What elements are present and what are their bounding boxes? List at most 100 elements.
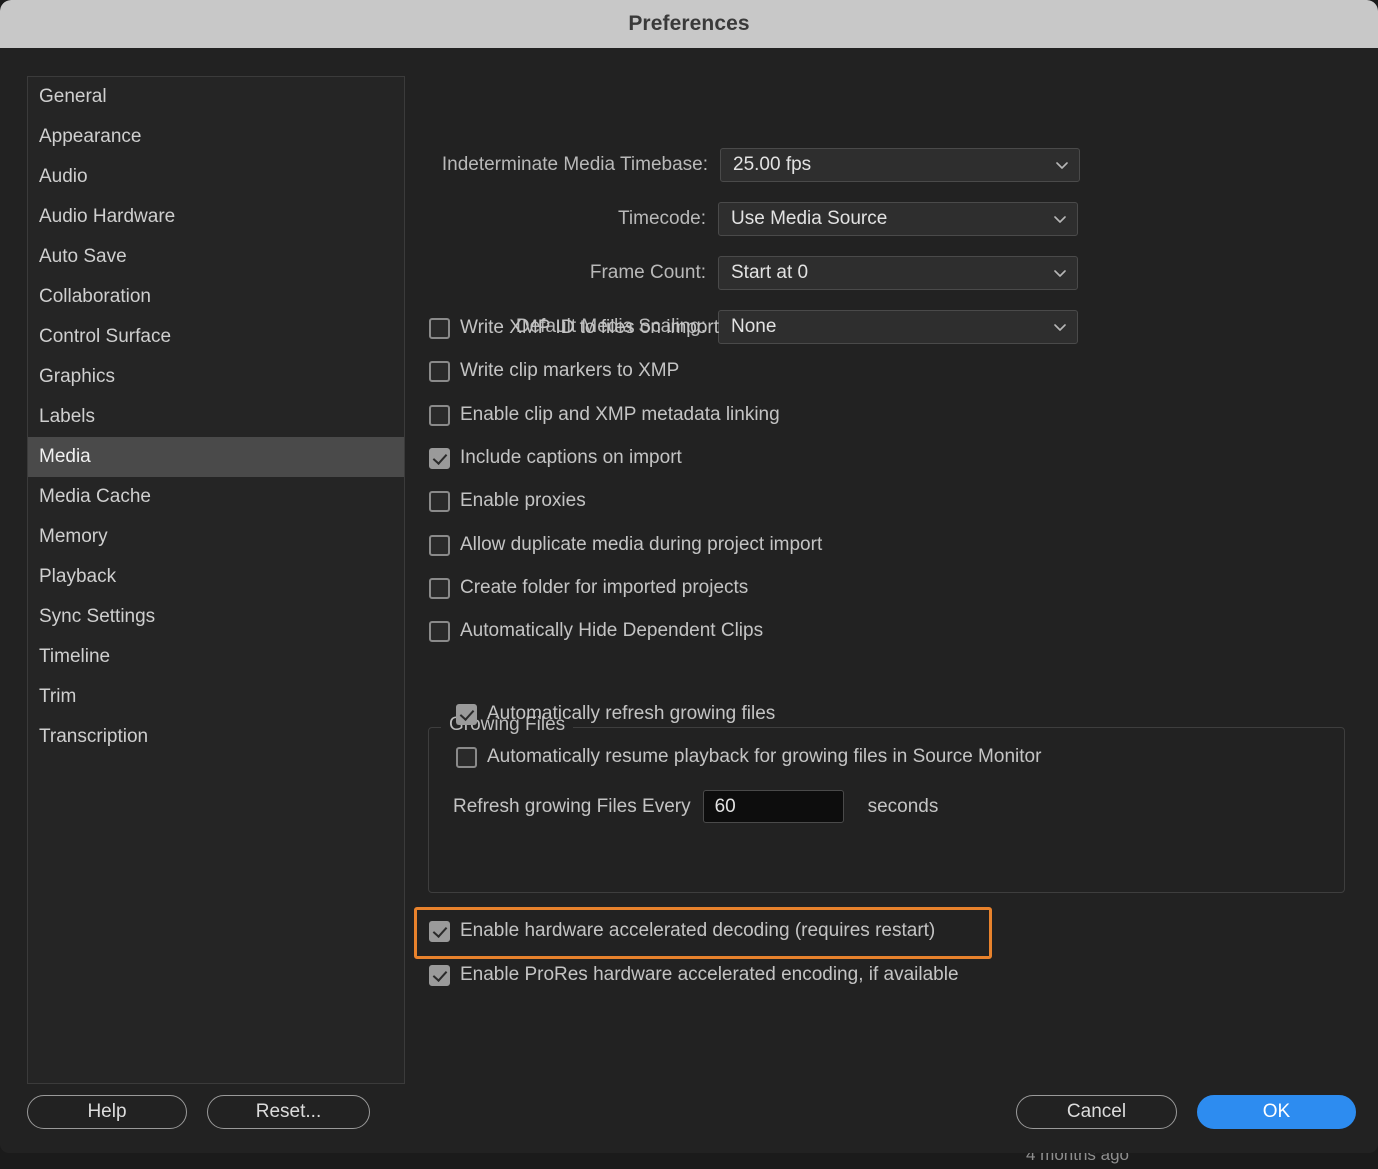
sidebar-item-label: Graphics: [39, 366, 116, 387]
reset-button[interactable]: Reset...: [207, 1095, 370, 1129]
preferences-dialog: Preferences General Appearance Audio Audio …: [0, 0, 1378, 1153]
dropdown-value: None: [731, 316, 777, 337]
dialog-titlebar: Preferences: [0, 0, 1378, 48]
dropdown-indeterminate-media-timebase[interactable]: 25.00 fps: [720, 148, 1080, 182]
sidebar-item-label: Collaboration: [39, 286, 151, 307]
checkbox-6[interactable]: [429, 577, 450, 599]
checkbox-row[interactable]: Include captions on import: [429, 447, 682, 469]
ok-button[interactable]: OK: [1197, 1095, 1356, 1129]
sidebar-item-label: Auto Save: [39, 246, 127, 267]
sidebar-item-transcription[interactable]: Transcription: [28, 717, 404, 757]
preferences-category-list[interactable]: General Appearance Audio Audio Hardware Auto…: [27, 76, 405, 1084]
dropdown-frame-count[interactable]: Start at 0: [718, 256, 1078, 290]
checkbox-row[interactable]: Allow duplicate media during project imp…: [429, 534, 822, 556]
sidebar-item-audio[interactable]: Audio: [28, 157, 404, 197]
sidebar-item-label: Trim: [39, 686, 77, 707]
sidebar-item-control-surface[interactable]: Control Surface: [28, 317, 404, 357]
dropdown-value: 25.00 fps: [733, 154, 812, 175]
refresh-interval-row: Refresh growing Files Every 60 seconds: [453, 790, 938, 823]
sidebar-item-audio-hardware[interactable]: Audio Hardware: [28, 197, 404, 237]
checkbox-row[interactable]: Enable proxies: [429, 490, 586, 512]
checkbox-row[interactable]: Create folder for imported projects: [429, 577, 748, 599]
sidebar-item-sync-settings[interactable]: Sync Settings: [28, 597, 404, 637]
sidebar-item-label: Sync Settings: [39, 606, 156, 627]
checkbox-label: Automatically refresh growing files: [487, 703, 776, 724]
checkbox-label: Create folder for imported projects: [460, 577, 749, 598]
checkbox-label: Write clip markers to XMP: [460, 360, 680, 381]
help-button[interactable]: Help: [27, 1095, 187, 1129]
checkbox-row[interactable]: Write clip markers to XMP: [429, 360, 679, 382]
checkbox-row[interactable]: Write XMP ID to files on import: [429, 317, 719, 339]
sidebar-item-trim[interactable]: Trim: [28, 677, 404, 717]
sidebar-item-labels[interactable]: Labels: [28, 397, 404, 437]
sidebar-item-appearance[interactable]: Appearance: [28, 117, 404, 157]
sidebar-item-auto-save[interactable]: Auto Save: [28, 237, 404, 277]
field-row: Frame Count: Start at 0: [405, 256, 1078, 290]
field-label: Indeterminate Media Timebase:: [441, 154, 708, 175]
checkbox-row[interactable]: Automatically Hide Dependent Clips: [429, 620, 763, 642]
checkbox-row[interactable]: Enable clip and XMP metadata linking: [429, 404, 780, 426]
checkbox-5[interactable]: [429, 534, 450, 556]
dropdown-value: Start at 0: [731, 262, 809, 283]
checkbox-label: Enable hardware accelerated decoding (re…: [460, 920, 936, 941]
refresh-interval-label: Refresh growing Files Every: [453, 795, 691, 817]
refresh-interval-value: 60: [714, 795, 736, 817]
checkbox-label: Enable ProRes hardware accelerated encod…: [460, 964, 959, 985]
chevron-down-icon: [1054, 216, 1066, 223]
checkbox-0[interactable]: [429, 317, 450, 339]
sidebar-item-timeline[interactable]: Timeline: [28, 637, 404, 677]
growing-files-checkbox-row[interactable]: Automatically resume playback for growin…: [456, 746, 1041, 768]
dropdown-timecode[interactable]: Use Media Source: [718, 202, 1078, 236]
hardware-checkbox-row[interactable]: Enable ProRes hardware accelerated encod…: [429, 964, 959, 986]
growing-files-checkbox-0[interactable]: [456, 703, 477, 725]
sidebar-item-label: Appearance: [39, 126, 142, 147]
refresh-interval-units: seconds: [867, 795, 939, 817]
hardware-checkbox-0[interactable]: [429, 920, 450, 942]
checkbox-4[interactable]: [429, 490, 450, 512]
sidebar-item-graphics[interactable]: Graphics: [28, 357, 404, 397]
chevron-down-icon: [1054, 324, 1066, 331]
sidebar-item-media-cache[interactable]: Media Cache: [28, 477, 404, 517]
checkbox-label: Enable proxies: [460, 490, 586, 511]
sidebar-item-general[interactable]: General: [28, 77, 404, 117]
sidebar-item-memory[interactable]: Memory: [28, 517, 404, 557]
dropdown-value: Use Media Source: [731, 208, 888, 229]
dialog-body: General Appearance Audio Audio Hardware Auto…: [0, 48, 1378, 1153]
field-row: Indeterminate Media Timebase: 25.00 fps: [405, 148, 1080, 182]
sidebar-item-label: Memory: [39, 526, 108, 547]
sidebar-item-collaboration[interactable]: Collaboration: [28, 277, 404, 317]
sidebar-item-label: Audio Hardware: [39, 206, 176, 227]
checkbox-label: Automatically resume playback for growin…: [487, 746, 1042, 767]
sidebar-item-label: Labels: [39, 406, 95, 427]
checkbox-1[interactable]: [429, 360, 450, 382]
sidebar-item-label: Audio: [39, 166, 88, 187]
sidebar-item-label: General: [39, 86, 107, 107]
chevron-down-icon: [1056, 162, 1068, 169]
sidebar-item-label: Control Surface: [39, 326, 172, 347]
chevron-down-icon: [1054, 270, 1066, 277]
media-preferences-pane: Growing Files Indeterminate Media Timeba…: [405, 48, 1378, 1153]
field-label: Frame Count:: [589, 262, 706, 283]
hardware-checkbox-1[interactable]: [429, 964, 450, 986]
growing-files-checkbox-row[interactable]: Automatically refresh growing files: [456, 703, 775, 725]
growing-files-checkbox-1[interactable]: [456, 746, 477, 768]
field-label: Timecode:: [618, 208, 706, 229]
field-row: Timecode: Use Media Source: [405, 202, 1078, 236]
sidebar-item-label: Transcription: [39, 726, 149, 747]
checkbox-label: Allow duplicate media during project imp…: [460, 534, 823, 555]
sidebar-item-label: Media: [39, 446, 91, 467]
checkbox-7[interactable]: [429, 620, 450, 642]
sidebar-item-media[interactable]: Media: [28, 437, 404, 477]
sidebar-item-label: Timeline: [39, 646, 111, 667]
dropdown-default-media-scaling[interactable]: None: [718, 310, 1078, 344]
sidebar-item-label: Media Cache: [39, 486, 151, 507]
sidebar-item-label: Playback: [39, 566, 117, 587]
checkbox-label: Include captions on import: [460, 447, 682, 468]
cancel-button[interactable]: Cancel: [1016, 1095, 1177, 1129]
checkbox-label: Enable clip and XMP metadata linking: [460, 404, 780, 425]
sidebar-item-playback[interactable]: Playback: [28, 557, 404, 597]
hardware-checkbox-row[interactable]: Enable hardware accelerated decoding (re…: [429, 920, 935, 942]
refresh-interval-input[interactable]: 60: [702, 790, 844, 823]
checkbox-3[interactable]: [429, 447, 450, 469]
checkbox-2[interactable]: [429, 404, 450, 426]
